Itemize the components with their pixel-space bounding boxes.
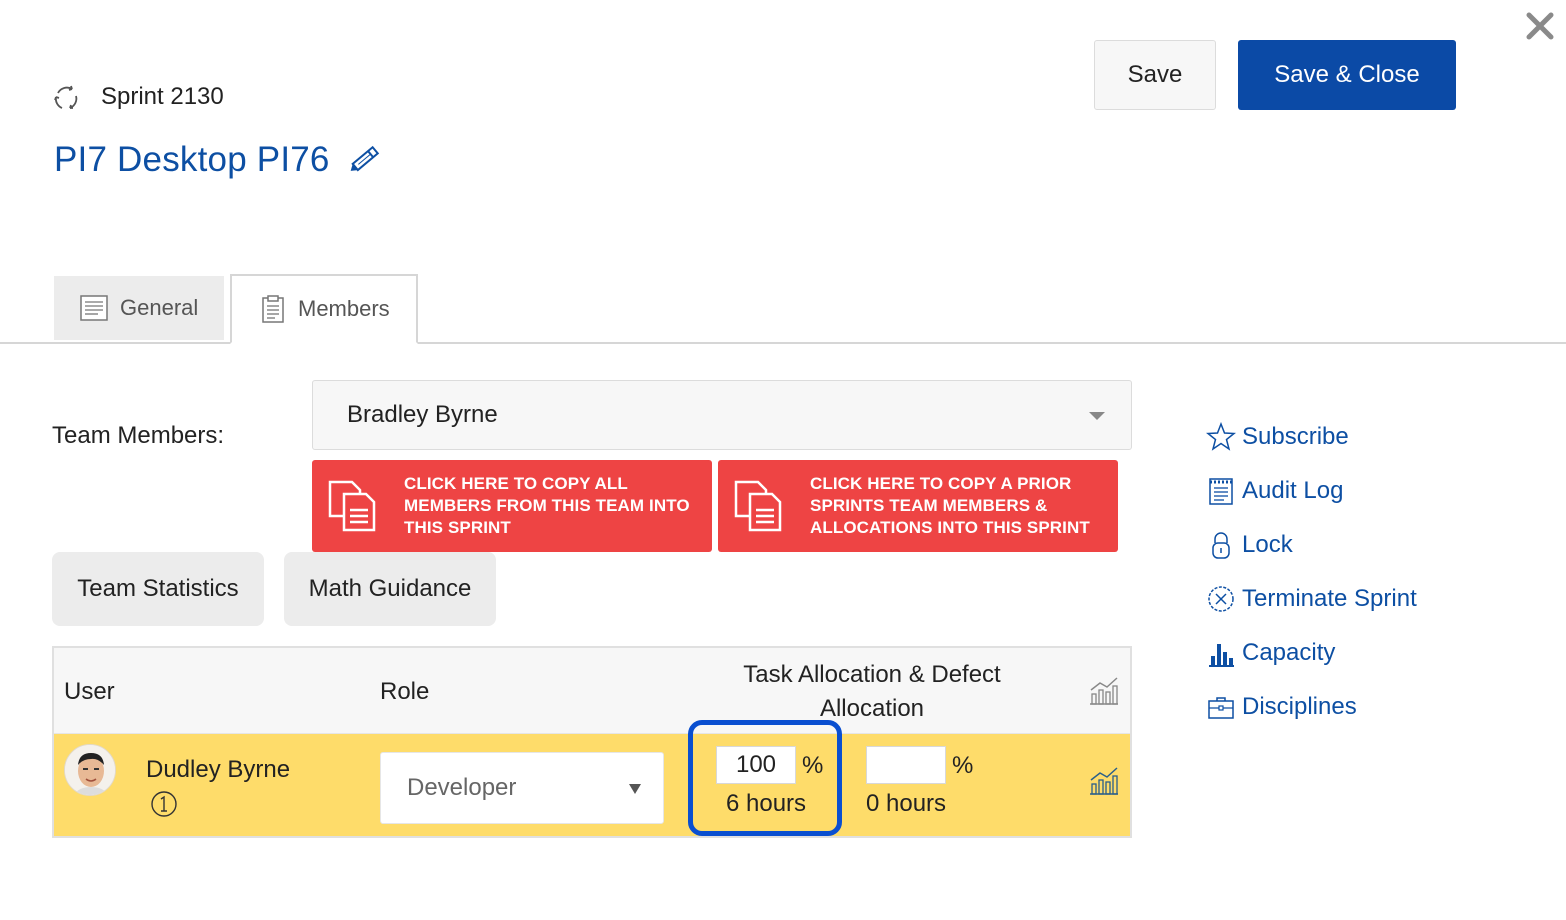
defect-allocation-percent: % <box>952 752 974 779</box>
math-guidance-button[interactable]: Math Guidance <box>284 552 496 626</box>
team-members-label: Team Members: <box>52 422 225 449</box>
lock-icon <box>1212 532 1230 559</box>
copy-icon <box>328 480 376 532</box>
sprint-label: Sprint 2130 <box>101 83 224 110</box>
disciplines-label: Disciplines <box>1242 693 1357 720</box>
table-row: Dudley Byrne Developer 100 % 6 hours % 0… <box>54 720 1130 836</box>
team-members-select[interactable]: Bradley Byrne <box>312 380 1132 450</box>
defect-hours: 0 hours <box>866 790 947 817</box>
disciplines-link[interactable]: Disciplines <box>1206 692 1357 722</box>
capacity-link[interactable]: Capacity <box>1206 638 1335 668</box>
user-photo <box>65 745 115 795</box>
audit-log-label: Audit Log <box>1242 477 1344 504</box>
audit-log-link[interactable]: Audit Log <box>1206 476 1343 506</box>
defect-allocation-input[interactable] <box>866 746 946 784</box>
sprint-cycle-icon <box>54 85 78 109</box>
document-icon <box>80 295 108 321</box>
copy-prior-sprint-button[interactable]: Click here to copy a prior sprints team … <box>718 460 1118 552</box>
save-button[interactable]: Save <box>1094 40 1216 110</box>
lock-label: Lock <box>1242 531 1293 558</box>
star-icon <box>1206 422 1236 451</box>
clipboard-icon <box>262 295 284 323</box>
tab-general[interactable]: General <box>54 276 224 340</box>
terminate-icon <box>1208 586 1234 612</box>
trend-chart-icon[interactable] <box>1088 674 1120 706</box>
capacity-label: Capacity <box>1242 639 1336 666</box>
bar-chart-icon <box>1209 644 1234 667</box>
briefcase-icon <box>1208 697 1234 719</box>
avatar <box>64 744 116 796</box>
copy-team-members-button[interactable]: Click here to copy all members from this… <box>312 460 712 552</box>
chevron-down-icon <box>629 784 641 794</box>
copy-prior-sprint-label: Click here to copy a prior sprints team … <box>810 474 1090 537</box>
tab-members[interactable]: Members <box>230 274 418 344</box>
members-table: User Role Task Allocation & Defect Alloc… <box>52 646 1132 838</box>
task-hours: 6 hours <box>726 790 807 817</box>
info-icon[interactable] <box>150 790 178 818</box>
edit-pencil-icon[interactable] <box>346 140 386 176</box>
team-statistics-button[interactable]: Team Statistics <box>52 552 264 626</box>
subscribe-link[interactable]: Subscribe <box>1206 422 1349 452</box>
team-members-selected: Bradley Byrne <box>347 401 498 428</box>
copy-icon <box>734 480 782 532</box>
task-allocation-input[interactable]: 100 <box>716 746 796 784</box>
column-header-user: User <box>64 678 115 705</box>
role-select[interactable]: Developer <box>380 752 664 824</box>
terminate-sprint-label: Terminate Sprint <box>1242 585 1417 612</box>
log-icon <box>1209 478 1233 505</box>
lock-link[interactable]: Lock <box>1206 530 1293 560</box>
chevron-down-icon <box>1089 412 1105 420</box>
save-close-button[interactable]: Save & Close <box>1238 40 1456 110</box>
trend-chart-icon[interactable] <box>1088 764 1120 796</box>
subscribe-label: Subscribe <box>1242 423 1349 450</box>
role-selected: Developer <box>407 774 517 801</box>
close-icon[interactable] <box>1522 8 1558 44</box>
column-header-role: Role <box>380 678 430 705</box>
column-header-allocation: Task Allocation & Defect Allocation <box>743 661 1001 722</box>
tab-general-label: General <box>120 295 199 320</box>
copy-team-members-label: Click here to copy all members from this… <box>404 474 690 537</box>
tab-members-label: Members <box>298 296 390 321</box>
user-name: Dudley Byrne <box>146 756 291 783</box>
task-allocation-percent: % <box>802 752 824 779</box>
page-title: PI7 Desktop PI76 <box>54 140 330 179</box>
terminate-sprint-link[interactable]: Terminate Sprint <box>1206 584 1417 614</box>
table-header: User Role Task Allocation & Defect Alloc… <box>54 648 1130 734</box>
